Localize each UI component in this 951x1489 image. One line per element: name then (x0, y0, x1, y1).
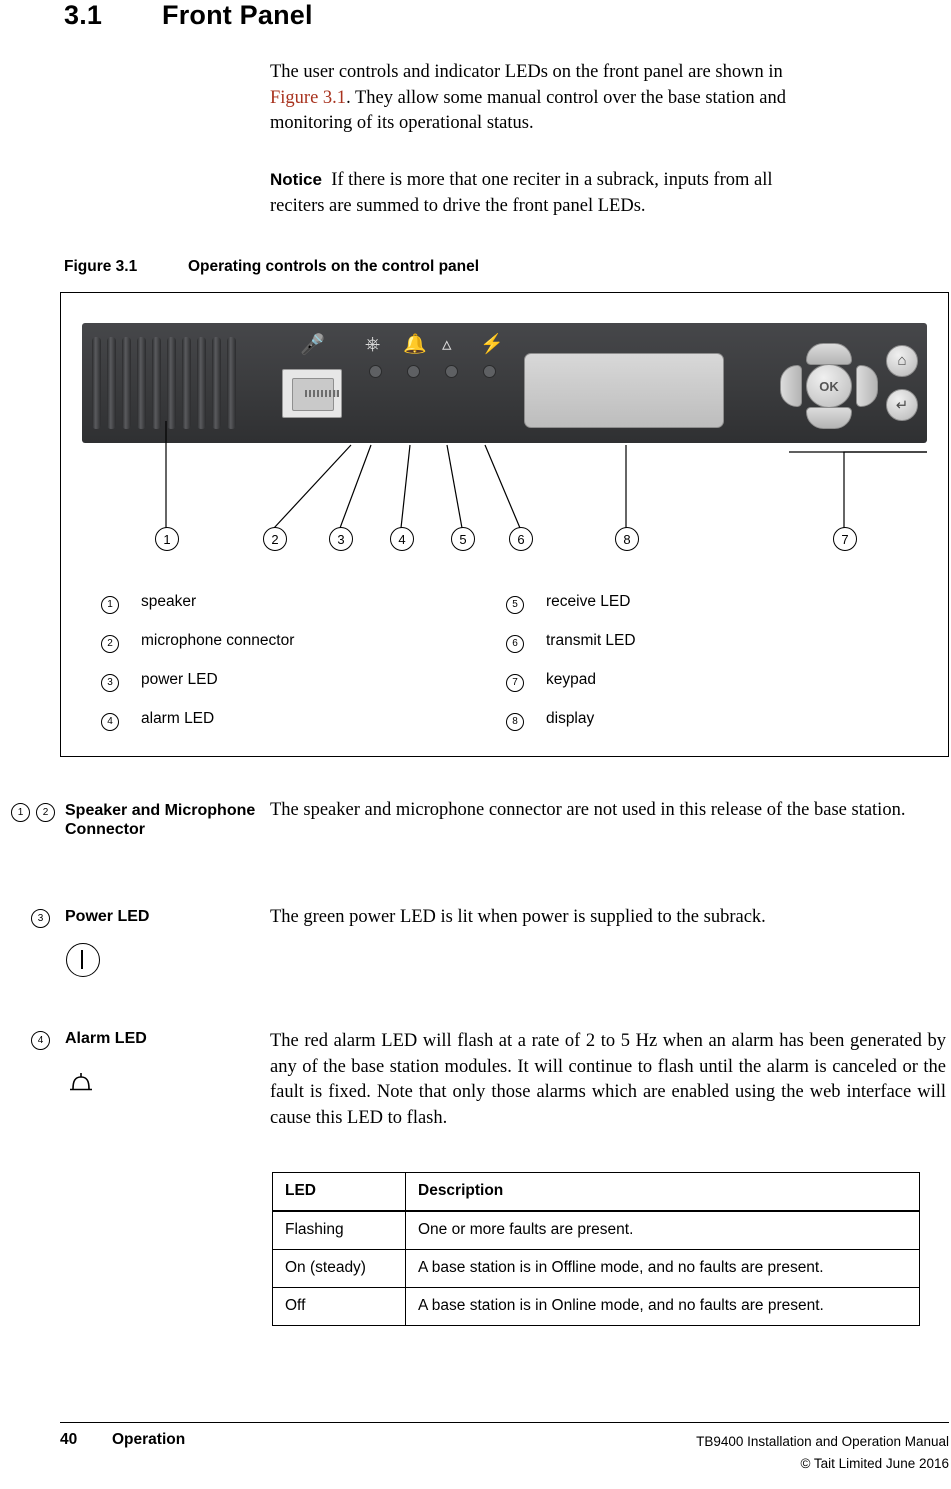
legend-number: 2 (101, 635, 119, 653)
legend-label: microphone connector (141, 632, 295, 649)
blk1-callout-1: 1 (11, 803, 30, 822)
notice-text-line-2: reciters are summed to drive the front p… (270, 195, 646, 216)
blk1-callout-2: 2 (36, 803, 55, 822)
figure-cross-reference[interactable]: Figure 3.1 (270, 88, 346, 108)
footer-right: TB9400 Installation and Operation Manual… (696, 1431, 949, 1475)
blk1-title: Speaker and Microphone Connector (65, 802, 256, 838)
legend-number: 4 (101, 713, 119, 731)
legend-number: 8 (506, 713, 524, 731)
intro-line-1: The user controls and indicator LEDs on … (270, 62, 783, 82)
list-item: 4 alarm LED (101, 710, 506, 731)
table-cell-led: Flashing (272, 1210, 406, 1250)
list-item: 6 transmit LED (506, 632, 911, 653)
alarm-bell-symbol-icon (70, 1073, 92, 1091)
legend-number: 5 (506, 596, 524, 614)
legend-row: 4 alarm LED 8 display (101, 710, 911, 749)
legend-row: 1 speaker 5 receive LED (101, 593, 911, 632)
table-cell-description: A base station is in Offline mode, and n… (405, 1249, 920, 1288)
blk2-callout-3: 3 (31, 909, 50, 928)
notice-block: Notice If there is more that one reciter… (270, 167, 942, 219)
table-cell-description: A base station is in Online mode, and no… (405, 1287, 920, 1326)
legend-number: 3 (101, 674, 119, 692)
page-number: 40 (60, 1431, 78, 1448)
callout-3: 3 (329, 527, 353, 551)
legend-number: 1 (101, 596, 119, 614)
legend-number: 7 (506, 674, 524, 692)
table-row: Flashing One or more faults are present. (272, 1210, 920, 1250)
list-item: 1 speaker (101, 593, 506, 614)
footer-copyright: © Tait Limited June 2016 (800, 1456, 949, 1471)
callout-1: 1 (155, 527, 179, 551)
table-header-description: Description (405, 1172, 920, 1212)
blk3-callout-4: 4 (31, 1031, 50, 1050)
list-item: 5 receive LED (506, 593, 911, 614)
legend-label: receive LED (546, 593, 631, 610)
document-page: 3.1 Front Panel The user controls and ind… (0, 0, 951, 1489)
callout-8: 8 (615, 527, 639, 551)
table-header-row: LED Description (272, 1172, 920, 1212)
footer-section: Operation (112, 1431, 186, 1448)
table-header-led: LED (272, 1172, 406, 1212)
intro-line-3: monitoring of its operational status. (270, 113, 534, 133)
footer-divider (60, 1422, 949, 1423)
legend-row: 2 microphone connector 6 transmit LED (101, 632, 911, 671)
legend-label: keypad (546, 671, 596, 688)
notice-text-line-1: If there is more that one reciter in a s… (331, 170, 773, 190)
callout-2: 2 (263, 527, 287, 551)
blk3-body: The red alarm LED will flash at a rate o… (270, 1031, 946, 1128)
legend-label: alarm LED (141, 710, 215, 727)
figure-caption: Figure 3.1 Operating controls on the cont… (64, 258, 479, 276)
footer-manual-title: TB9400 Installation and Operation Manual (696, 1434, 949, 1449)
led-state-table: LED Description Flashing One or more fau… (272, 1172, 920, 1326)
legend-number: 6 (506, 635, 524, 653)
table-row: On (steady) A base station is in Offline… (272, 1249, 920, 1288)
section-number: 3.1 (64, 0, 103, 30)
list-item: 7 keypad (506, 671, 911, 692)
callout-5: 5 (451, 527, 475, 551)
list-item: 2 microphone connector (101, 632, 506, 653)
legend-label: power LED (141, 671, 218, 688)
blk1-body: The speaker and microphone connector are… (270, 800, 906, 820)
intro-paragraph: The user controls and indicator LEDs on … (270, 60, 930, 137)
footer-left: 40 Operation (60, 1431, 185, 1449)
blk2-title: Power LED (65, 908, 150, 925)
legend-label: transmit LED (546, 632, 636, 649)
blk2-body: The green power LED is lit when power is… (270, 907, 766, 927)
figure-legend: 1 speaker 5 receive LED 2 microphone con… (101, 593, 911, 749)
list-item: 3 power LED (101, 671, 506, 692)
table-row: Off A base station is in Online mode, an… (272, 1287, 920, 1326)
power-symbol-icon (66, 943, 100, 977)
legend-label: speaker (141, 593, 197, 610)
callout-4: 4 (390, 527, 414, 551)
intro-line-2: . They allow some manual control over th… (346, 87, 787, 108)
notice-label: Notice (270, 170, 322, 189)
section-title: Front Panel (162, 0, 313, 30)
legend-row: 3 power LED 7 keypad (101, 671, 911, 710)
table-cell-led: On (steady) (272, 1249, 406, 1288)
page-title: 3.1 Front Panel (64, 0, 313, 31)
list-item: 8 display (506, 710, 911, 731)
legend-label: display (546, 710, 595, 727)
blk3-title: Alarm LED (65, 1030, 147, 1047)
figure-caption-text: Operating controls on the control panel (188, 258, 480, 275)
callout-6: 6 (509, 527, 533, 551)
figure-caption-label: Figure 3.1 (64, 258, 138, 275)
table-cell-description: One or more faults are present. (405, 1210, 920, 1250)
callout-7: 7 (833, 527, 857, 551)
table-cell-led: Off (272, 1287, 406, 1326)
figure-container: 🎤 ⎈ 🔔 ▵ ⚡ OK ⌂ ↵ 1 2 3 4 5 6 8 7 1 speak… (60, 292, 949, 757)
